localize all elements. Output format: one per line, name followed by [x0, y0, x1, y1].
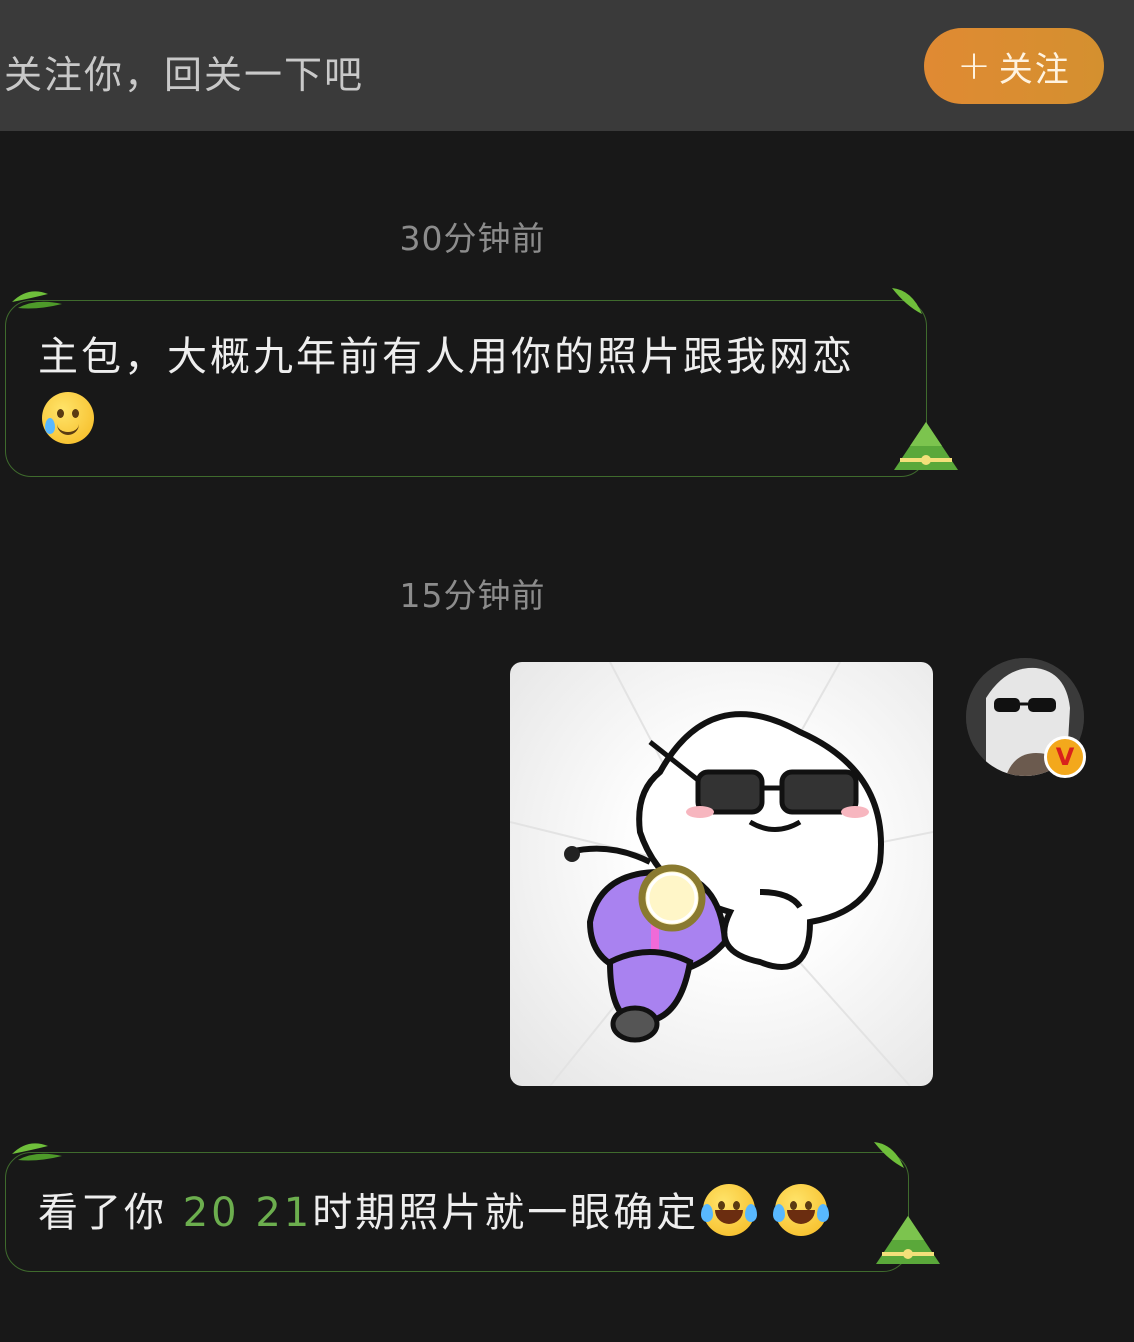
- message-text: 看了你 20 21时期照片就一眼确定: [38, 1181, 898, 1245]
- bamboo-leaf-icon: [892, 288, 922, 314]
- message-text-content: 主包，大概九年前有人用你的照片跟我网恋: [38, 334, 855, 380]
- bamboo-leaf-icon: [12, 291, 62, 309]
- message-text-after: 时期照片就一眼确定: [312, 1190, 700, 1236]
- zongzi-icon: [894, 422, 958, 470]
- zongzi-icon: [876, 1216, 940, 1264]
- received-message-bubble[interactable]: 主包，大概九年前有人用你的照片跟我网恋: [5, 300, 927, 477]
- laugh-cry-icon: [701, 1184, 758, 1236]
- received-message-bubble[interactable]: 看了你 20 21时期照片就一眼确定: [5, 1152, 909, 1272]
- bamboo-leaf-icon: [12, 1143, 62, 1161]
- verified-badge-icon: V: [1044, 736, 1086, 778]
- bamboo-leaf-icon: [874, 1142, 904, 1168]
- message-timestamp: 15分钟前: [399, 576, 546, 615]
- plus-icon: +: [957, 43, 993, 89]
- year-link[interactable]: 20: [183, 1190, 240, 1236]
- year-link[interactable]: 21: [255, 1190, 312, 1236]
- laugh-cry-icon: [772, 1184, 829, 1236]
- follow-prompt-text: 关注你，回关一下吧: [4, 53, 365, 97]
- follow-button[interactable]: + 关注: [924, 28, 1104, 104]
- scooter-sticker[interactable]: [510, 662, 933, 1086]
- message-text-before: 看了你: [38, 1190, 167, 1236]
- message-timestamp: 30分钟前: [399, 219, 546, 258]
- follow-button-label: 关注: [998, 49, 1071, 90]
- follow-prompt-bar: 关注你，回关一下吧 + 关注: [0, 0, 1134, 131]
- message-text: 主包，大概九年前有人用你的照片跟我网恋: [38, 325, 908, 453]
- tear-smile-icon: [42, 392, 94, 444]
